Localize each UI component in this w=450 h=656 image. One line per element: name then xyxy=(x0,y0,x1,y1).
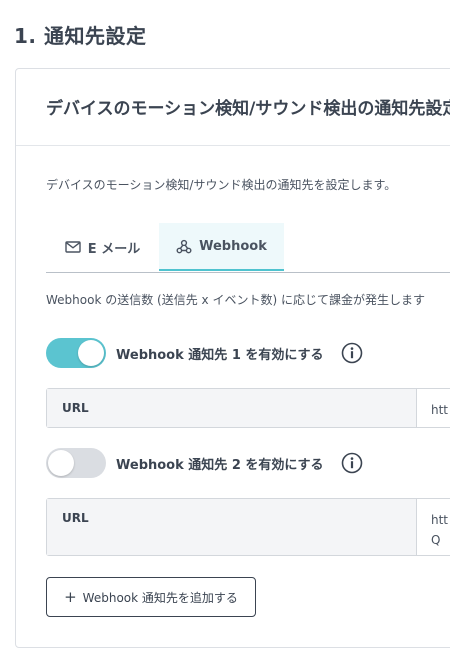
info-icon[interactable] xyxy=(341,452,363,474)
plus-icon: + xyxy=(64,588,77,606)
tab-webhook[interactable]: Webhook xyxy=(159,223,284,271)
webhook-1-url-label: URL xyxy=(62,401,89,415)
tab-email[interactable]: E メール xyxy=(46,223,159,271)
webhook-1-url-input[interactable]: htt xyxy=(431,400,450,420)
webhook-2-toggle-label: Webhook 通知先 2 を有効にする xyxy=(116,457,324,473)
webhook-2-url-input[interactable]: htt eQ xyxy=(431,510,450,550)
add-webhook-label: Webhook 通知先を追加する xyxy=(82,590,238,605)
webhook-2-url-field: URL htt eQ xyxy=(46,498,450,556)
billing-note: Webhook の送信数 (送信先 x イベント数) に応じて課金が発生します xyxy=(46,293,425,307)
card-title: デバイスのモーション検知/サウンド検出の通知先設定 xyxy=(46,99,450,119)
section-title: 1. 通知先設定 xyxy=(14,24,147,48)
webhook-1-url-field: URL htt xyxy=(46,388,450,428)
webhook-2-toggle[interactable] xyxy=(46,448,106,478)
url-label-cell: URL xyxy=(47,389,417,427)
webhook-2-url-label: URL xyxy=(62,511,89,525)
webhook-1-toggle[interactable] xyxy=(46,338,106,368)
webhook-icon xyxy=(176,239,192,253)
card-description: デバイスのモーション検知/サウンド検出の通知先を設定します。 xyxy=(46,178,397,192)
toggle-knob xyxy=(48,450,74,476)
toggle-knob xyxy=(78,340,104,366)
webhook-2-toggle-row: Webhook 通知先 2 を有効にする xyxy=(46,447,324,479)
webhook-1-toggle-label: Webhook 通知先 1 を有効にする xyxy=(116,347,324,363)
card-header: デバイスのモーション検知/サウンド検出の通知先設定 xyxy=(16,69,450,146)
info-icon[interactable] xyxy=(341,342,363,364)
tab-bar: E メール Webhook xyxy=(46,223,450,273)
webhook-1-toggle-row: Webhook 通知先 1 を有効にする xyxy=(46,337,324,369)
tab-email-label: E メール xyxy=(87,241,141,257)
url-label-cell: URL xyxy=(47,499,417,555)
mail-icon xyxy=(65,241,81,253)
page: 1. 通知先設定 デバイスのモーション検知/サウンド検出の通知先設定 デバイスの… xyxy=(0,0,450,656)
add-webhook-button[interactable]: + Webhook 通知先を追加する xyxy=(46,577,256,617)
tab-webhook-label: Webhook xyxy=(199,238,267,254)
